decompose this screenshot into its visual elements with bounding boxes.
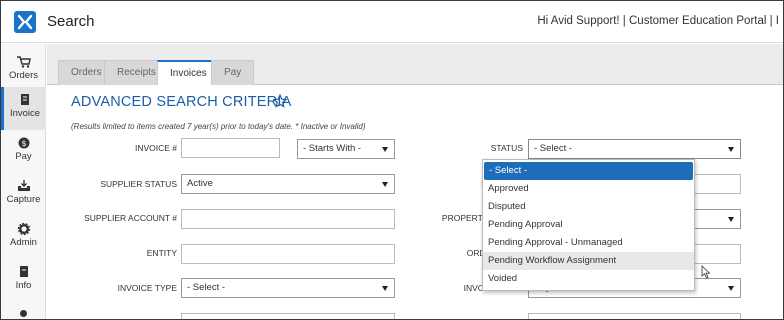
chevron-down-icon (728, 147, 734, 152)
chevron-down-icon (728, 217, 734, 222)
sidebar-item-label: Capture (6, 194, 41, 205)
sidebar-item-label: Invoice (9, 108, 41, 119)
chevron-down-icon (382, 147, 388, 152)
top-bar: Search Hi Avid Support! | Customer Educa… (1, 1, 783, 43)
invoice-type-label: INVOICE TYPE (117, 283, 177, 293)
entity-input[interactable] (181, 244, 395, 264)
entity-label: ENTITY (146, 248, 177, 258)
dollar-icon: $ (18, 137, 29, 149)
next-field-input[interactable] (181, 313, 395, 319)
supplier-account-label: SUPPLIER ACCOUNT # (84, 213, 177, 223)
sidebar-item-label: Admin (10, 237, 37, 248)
invoice-number-label: INVOICE # (134, 143, 177, 153)
status-option[interactable]: - Select - (484, 162, 693, 180)
app-logo-icon[interactable] (14, 11, 36, 33)
supplier-status-select[interactable]: Active (181, 174, 395, 194)
tab-strip: Orders Receipts Invoices Pay (47, 44, 783, 86)
info-icon (19, 266, 28, 277)
invoice-type-select[interactable]: - Select - (181, 278, 395, 298)
sidebar-item-label: Info (15, 280, 32, 291)
sidebar-item-label: Pay (15, 151, 32, 162)
sidebar-item-orders[interactable]: Orders (1, 49, 46, 92)
status-option[interactable]: Approved (483, 180, 694, 198)
status-option[interactable]: Disputed (483, 198, 694, 216)
chevron-down-icon (728, 286, 734, 291)
status-value: - Select - (534, 143, 573, 154)
match-mode-select[interactable]: - Starts With - (297, 139, 395, 159)
invoice-number-input[interactable] (181, 138, 280, 158)
sidebar-item-label: Orders (8, 70, 39, 81)
sidebar-item-pay[interactable]: $ Pay (1, 130, 46, 173)
supplier-status-label: SUPPLIER STATUS (100, 179, 177, 189)
page-title: Search (47, 13, 95, 30)
status-option[interactable]: Pending Workflow Assignment (483, 252, 694, 270)
cart-icon (16, 56, 31, 68)
search-note: (Results limited to items created 7 year… (71, 122, 366, 131)
supplier-status-value: Active (187, 178, 213, 189)
tab-pay[interactable]: Pay (211, 60, 255, 85)
status-option[interactable]: Voided (483, 270, 694, 288)
chevron-down-icon (382, 182, 388, 187)
status-option[interactable]: Pending Approval (483, 216, 694, 234)
user-greeting[interactable]: Hi Avid Support! | Customer Education Po… (537, 15, 779, 27)
mouse-cursor-icon (701, 265, 711, 279)
status-dropdown-list: - Select - Approved Disputed Pending App… (482, 159, 695, 291)
search-heading: ADVANCED SEARCH CRITERIA (71, 94, 292, 110)
svg-text:$: $ (21, 139, 26, 148)
sidebar-item-capture[interactable]: Capture (1, 173, 46, 216)
next-right-input[interactable] (528, 313, 741, 319)
app-window: Search Hi Avid Support! | Customer Educa… (0, 0, 784, 320)
invoice-icon (21, 94, 29, 105)
chevron-down-icon (382, 286, 388, 291)
capture-icon (17, 180, 30, 191)
gear-icon (17, 223, 30, 235)
sidebar-item-admin[interactable]: Admin (1, 216, 46, 259)
invoice-type-value: - Select - (187, 282, 226, 293)
match-mode-value: - Starts With - (303, 143, 362, 154)
sidebar-item-invoice[interactable]: Invoice (1, 87, 46, 130)
status-option[interactable]: Pending Approval - Unmanaged (483, 234, 694, 252)
sidebar-item-info[interactable]: Info (1, 259, 46, 302)
status-select[interactable]: - Select - (528, 139, 741, 159)
favorite-star-icon[interactable] (273, 94, 287, 108)
status-label: STATUS (490, 143, 523, 153)
user-icon[interactable] (20, 310, 27, 317)
sidebar: Orders Invoice $ Pay Capture Admin Info (1, 44, 46, 319)
supplier-account-input[interactable] (181, 209, 395, 229)
